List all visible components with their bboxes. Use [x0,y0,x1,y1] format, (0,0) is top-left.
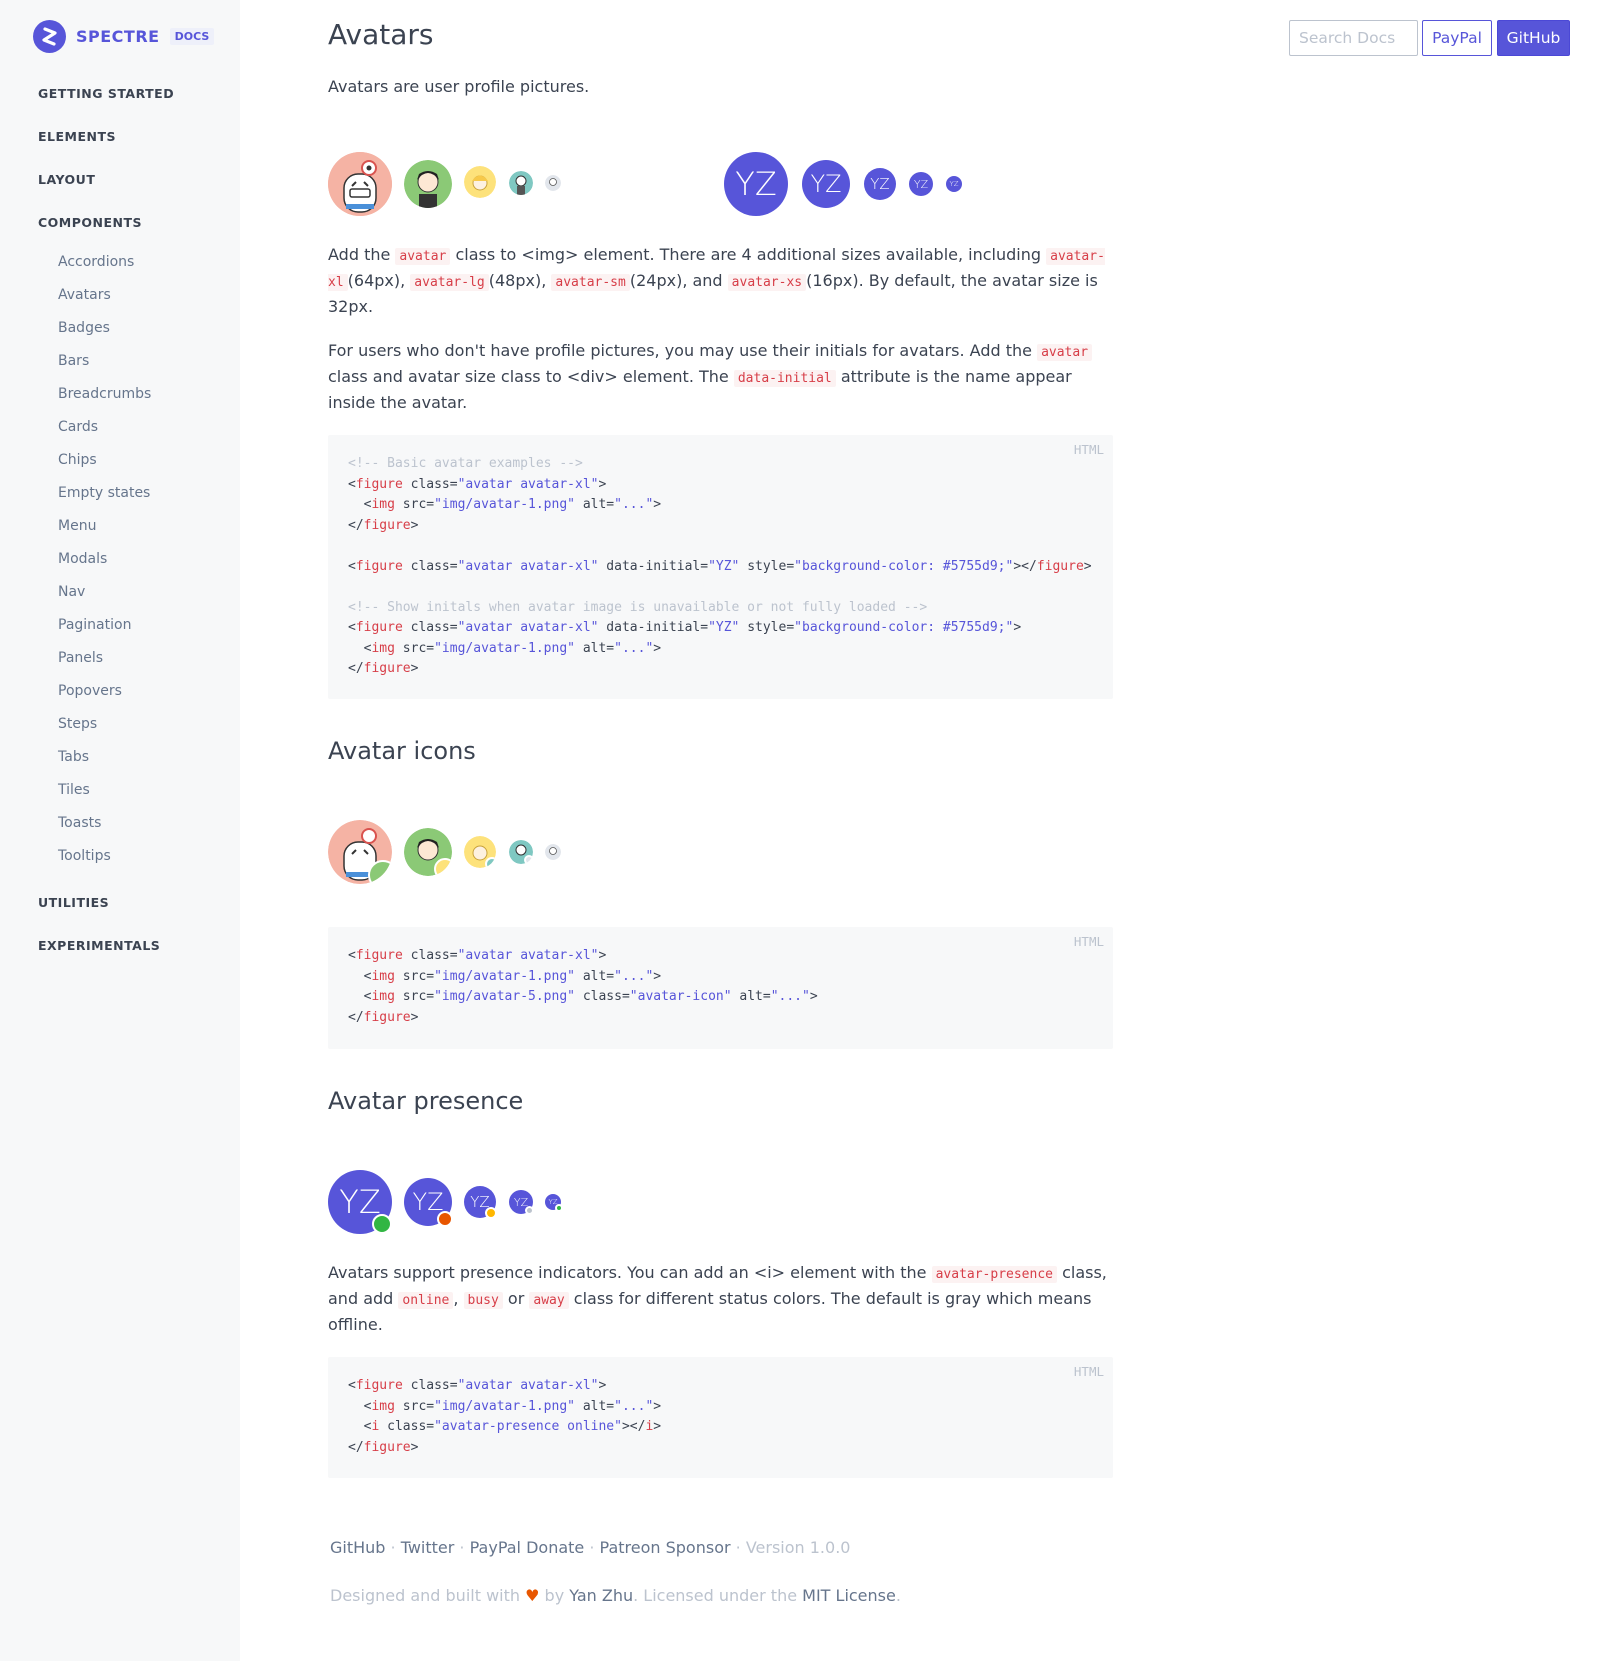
avatar-icon-sm [509,840,533,864]
nav-item-tabs[interactable]: Tabs [58,749,89,765]
sizes-description: Add the avatar class to <img> element. T… [328,245,1105,316]
avatar-icon-lg [404,828,452,876]
code-block-icons: HTML <figure class="avatar avatar-xl"> <… [328,927,1113,1049]
nav-section-elements[interactable]: ELEMENTS [38,129,116,144]
avatar-lg-picture [404,160,452,208]
nav-section-experimentals[interactable]: EXPERIMENTALS [38,938,160,953]
nav-item-menu[interactable]: Menu [58,518,96,534]
nav-item-pagination[interactable]: Pagination [58,617,131,633]
avatar-sub-icon [434,858,452,876]
robot-avatar-icon [328,152,392,216]
nav-item-steps[interactable]: Steps [58,716,97,732]
github-button[interactable]: GitHub [1497,20,1570,56]
avatar-xs-picture [545,175,561,191]
avatar-xs-initials: YZ [946,176,962,192]
code-lang-label: HTML [1073,934,1104,949]
footer-link-paypal-donate[interactable]: PayPal Donate [470,1538,585,1557]
heading-avatar-icons: Avatar icons [328,737,476,765]
presence-away-indicator [485,1207,497,1219]
avatar-presence-sm: YZ [509,1190,534,1215]
footer-link-license[interactable]: MIT License [802,1586,896,1605]
nav-item-empty-states[interactable]: Empty states [58,485,150,501]
code-block-presence: HTML <figure class="avatar avatar-xl"> <… [328,1357,1113,1478]
avatar-sm-picture [509,171,533,195]
nav-item-tiles[interactable]: Tiles [58,782,90,798]
avatar-sub-icon [524,855,533,864]
nav-item-cards[interactable]: Cards [58,419,98,435]
initials-description: For users who don't have profile picture… [328,339,1113,415]
nav-item-accordions[interactable]: Accordions [58,254,134,270]
footer-link-github[interactable]: GitHub [330,1538,385,1557]
spectre-logo-icon [33,20,66,53]
footer-version: Version 1.0.0 [745,1538,851,1557]
nav-item-panels[interactable]: Panels [58,650,103,666]
avatar-icon-md [464,836,496,868]
nav-item-breadcrumbs[interactable]: Breadcrumbs [58,386,151,402]
presence-online-indicator [372,1214,392,1234]
nav-item-nav[interactable]: Nav [58,584,85,600]
nav-item-avatars[interactable]: Avatars [58,287,111,303]
search-input[interactable] [1289,20,1418,56]
avatar-lg-initials: YZ [802,160,850,208]
nav-item-popovers[interactable]: Popovers [58,683,122,699]
heading-avatar-presence: Avatar presence [328,1087,524,1115]
sidebar: SPECTRE DOCS GETTING STARTED ELEMENTS LA… [0,0,240,1661]
code-avatar-icons: <figure class="avatar avatar-xl"> <img s… [348,948,818,1025]
footer-link-author[interactable]: Yan Zhu [569,1586,633,1605]
girl-avatar-icon [464,166,496,198]
nav-item-badges[interactable]: Badges [58,320,110,336]
intro-text: Avatars are user profile pictures. [328,77,590,96]
footer-link-patreon-sponsor[interactable]: Patreon Sponsor [600,1538,731,1557]
footer-credits: Designed and built with ♥ by Yan Zhu. Li… [330,1586,901,1605]
footer-links: GitHub · Twitter · PayPal Donate · Patre… [330,1538,851,1557]
nav-item-tooltips[interactable]: Tooltips [58,848,111,864]
avatar-icon-xs [545,844,561,860]
avatar-sm-initials: YZ [909,172,933,196]
avatar-presence-xl: YZ [328,1170,392,1234]
avatar-icon-xl [328,820,392,884]
avatar-sub-icon [485,857,496,868]
nav-section-components[interactable]: COMPONENTS [38,215,142,230]
avatar-md-initials: YZ [864,168,896,200]
teal-avatar-icon [509,171,533,195]
presence-offline-indicator [525,1206,534,1215]
code-block-basic: HTML <!-- Basic avatar examples --> <fig… [328,435,1113,699]
nav-item-toasts[interactable]: Toasts [58,815,101,831]
brand-tag: DOCS [169,28,215,45]
avatar-sub-icon [368,860,392,884]
gray-avatar-icon [545,844,561,860]
page-title: Avatars [328,18,434,51]
code-lang-label: HTML [1073,442,1104,457]
avatar-md-picture [464,166,496,198]
nav-item-bars[interactable]: Bars [58,353,89,369]
nav-item-chips[interactable]: Chips [58,452,97,468]
paypal-button[interactable]: PayPal [1422,20,1492,56]
avatar-presence-md: YZ [464,1186,497,1219]
presence-description: Avatars support presence indicators. You… [328,1263,1107,1334]
heart-icon: ♥ [525,1586,540,1605]
brand[interactable]: SPECTRE DOCS [33,20,215,53]
presence-busy-indicator [437,1211,453,1227]
avatar-presence-lg: YZ [404,1178,453,1227]
brand-name: SPECTRE [76,27,160,46]
person-avatar-icon [404,160,452,208]
nav-section-layout[interactable]: LAYOUT [38,172,95,187]
avatar-xl-initials: YZ [724,152,788,216]
presence-online-indicator [555,1204,563,1212]
code-avatar-presence: <figure class="avatar avatar-xl"> <img s… [348,1378,662,1455]
nav-item-modals[interactable]: Modals [58,551,107,567]
code-lang-label: HTML [1073,1364,1104,1379]
code-basic-avatars: <!-- Basic avatar examples --> <figure c… [348,456,1092,676]
nav-section-getting-started[interactable]: GETTING STARTED [38,86,174,101]
avatar-xl-picture [328,152,392,216]
avatar-presence-xs: YZ [545,1194,563,1212]
nav-section-utilities[interactable]: UTILITIES [38,895,109,910]
gray-avatar-icon [545,175,561,191]
footer-link-twitter[interactable]: Twitter [401,1538,455,1557]
